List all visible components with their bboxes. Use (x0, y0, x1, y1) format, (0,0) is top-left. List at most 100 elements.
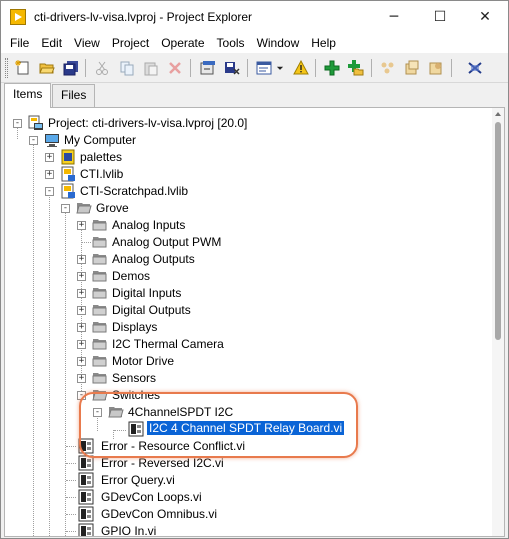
computer-icon (44, 132, 60, 148)
add-item-icon[interactable] (323, 59, 341, 77)
tree-node-label: Displays (112, 320, 158, 334)
vi-icon (78, 455, 94, 471)
tab-files[interactable]: Files (52, 84, 96, 107)
expand-toggle[interactable]: + (77, 340, 86, 349)
menu-help[interactable]: Help (305, 36, 342, 50)
tree-node-analog-inputs[interactable]: + Analog Inputs (5, 217, 485, 234)
project-explorer-window: cti-drivers-lv-visa.lvproj - Project Exp… (0, 0, 509, 539)
tree-node-label: Error Query.vi (101, 473, 175, 487)
filter-icon[interactable] (427, 59, 445, 77)
expand-toggle[interactable]: + (45, 170, 54, 179)
project-tree[interactable]: - Project: cti-drivers-lv-visa.lvproj [2… (4, 107, 505, 537)
tree-node-cti-lvlib[interactable]: + CTI.lvlib (5, 166, 485, 183)
tree-node-label: CTI-Scratchpad.lvlib (80, 184, 189, 198)
folder-icon (108, 404, 124, 420)
delete-icon[interactable] (166, 59, 184, 77)
close-button[interactable]: ✕ (462, 1, 508, 33)
collapse-toggle[interactable]: - (13, 119, 22, 128)
title-bar[interactable]: cti-drivers-lv-visa.lvproj - Project Exp… (1, 1, 508, 33)
tree-node-label: GDevCon Loops.vi (101, 490, 202, 504)
tree-node-i2c-thermal-camera[interactable]: + I2C Thermal Camera (5, 336, 485, 353)
paste-icon[interactable] (142, 59, 160, 77)
menu-file[interactable]: File (4, 36, 35, 50)
scroll-thumb[interactable] (495, 122, 501, 340)
cut-icon[interactable] (93, 59, 111, 77)
tree-node-label: CTI.lvlib (80, 167, 124, 181)
resolve-icon[interactable] (403, 59, 421, 77)
tree-node-analog-output-pwm[interactable]: Analog Output PWM (5, 234, 485, 251)
toolbar-separator (451, 59, 452, 77)
add-folder-icon[interactable] (347, 59, 365, 77)
tree-node-demos[interactable]: + Demos (5, 268, 485, 285)
expand-toggle[interactable]: + (77, 306, 86, 315)
expand-toggle[interactable]: + (77, 374, 86, 383)
expand-toggle[interactable]: + (45, 153, 54, 162)
tree-node-error-query-vi[interactable]: Error Query.vi (5, 472, 485, 489)
tree-node-label: Analog Output PWM (112, 235, 222, 249)
overflow-icon[interactable] (466, 59, 484, 77)
tree-node-my-computer[interactable]: - My Computer (5, 132, 485, 149)
expand-toggle[interactable]: + (77, 323, 86, 332)
project-icon (28, 115, 44, 131)
tab-items[interactable]: Items (4, 83, 52, 108)
menu-window[interactable]: Window (251, 36, 306, 50)
new-vi-icon[interactable] (14, 59, 32, 77)
copy-icon[interactable] (118, 59, 136, 77)
tree-node-gdevcon-loops-vi[interactable]: GDevCon Loops.vi (5, 489, 485, 506)
warning-icon[interactable] (292, 59, 310, 77)
tree-connector (66, 446, 76, 447)
menu-project[interactable]: Project (106, 36, 155, 50)
collapse-toggle[interactable]: - (61, 204, 70, 213)
tree-node-switches[interactable]: - Switches (5, 387, 485, 404)
tree-connector (66, 480, 76, 481)
tree-node-cti-scratchpad-lvlib[interactable]: - CTI-Scratchpad.lvlib (5, 183, 485, 200)
tree-node-4channelspdt-i2c[interactable]: - 4ChannelSPDT I2C (5, 404, 485, 421)
tree-node-gpio-in-vi[interactable]: GPIO In.vi (5, 523, 485, 537)
vi-icon (78, 523, 94, 536)
menu-tools[interactable]: Tools (211, 36, 251, 50)
menu-operate[interactable]: Operate (155, 36, 210, 50)
menu-view[interactable]: View (68, 36, 106, 50)
tree-node-label: Motor Drive (112, 354, 175, 368)
save-build-icon[interactable] (223, 59, 241, 77)
build-icon[interactable] (199, 59, 217, 77)
expand-toggle[interactable]: + (77, 357, 86, 366)
expand-toggle[interactable]: + (77, 289, 86, 298)
maximize-button[interactable]: ☐ (417, 1, 463, 33)
tree-node-error-resource-conflict-vi[interactable]: Error - Resource Conflict.vi (5, 438, 485, 455)
tree-node-label: Grove (96, 201, 129, 215)
menu-edit[interactable]: Edit (35, 36, 68, 50)
collapse-toggle[interactable]: - (45, 187, 54, 196)
minimize-button[interactable]: ─ (371, 1, 417, 33)
tree-node-project[interactable]: - Project: cti-drivers-lv-visa.lvproj [2… (5, 115, 485, 132)
dropdown-icon[interactable] (275, 59, 285, 77)
tree-node-digital-outputs[interactable]: + Digital Outputs (5, 302, 485, 319)
save-all-icon[interactable] (62, 59, 80, 77)
folder-icon (92, 217, 108, 233)
tree-node-displays[interactable]: + Displays (5, 319, 485, 336)
tree-node-label: Analog Outputs (112, 252, 195, 266)
tree-node-palettes[interactable]: + palettes (5, 149, 485, 166)
expand-toggle[interactable]: + (77, 255, 86, 264)
tree-node-analog-outputs[interactable]: + Analog Outputs (5, 251, 485, 268)
tree-node-error-reversed-i2c-vi[interactable]: Error - Reversed I2C.vi (5, 455, 485, 472)
collapse-toggle[interactable]: - (29, 136, 38, 145)
tree-node-i2c-4-channel-spdt-relay-board-vi[interactable]: I2C 4 Channel SPDT Relay Board.vi (5, 420, 485, 438)
expand-toggle[interactable]: + (77, 272, 86, 281)
tree-node-motor-drive[interactable]: + Motor Drive (5, 353, 485, 370)
tree-node-label: GPIO In.vi (101, 524, 157, 537)
tree-connector (66, 531, 76, 532)
collapse-toggle[interactable]: - (93, 408, 102, 417)
toolbar-grip[interactable] (5, 58, 8, 78)
tree-node-sensors[interactable]: + Sensors (5, 370, 485, 387)
expand-toggle[interactable]: + (77, 221, 86, 230)
tree-node-gdevcon-omnibus-vi[interactable]: GDevCon Omnibus.vi (5, 506, 485, 523)
vertical-scrollbar[interactable] (492, 108, 504, 536)
collapse-toggle[interactable]: - (77, 391, 86, 400)
dependencies-icon[interactable] (379, 59, 397, 77)
tree-node-grove[interactable]: - Grove (5, 200, 485, 217)
view-options-icon[interactable] (255, 59, 273, 77)
open-icon[interactable] (38, 59, 56, 77)
tree-node-digital-inputs[interactable]: + Digital Inputs (5, 285, 485, 302)
scroll-up-arrow-icon[interactable] (495, 112, 501, 116)
